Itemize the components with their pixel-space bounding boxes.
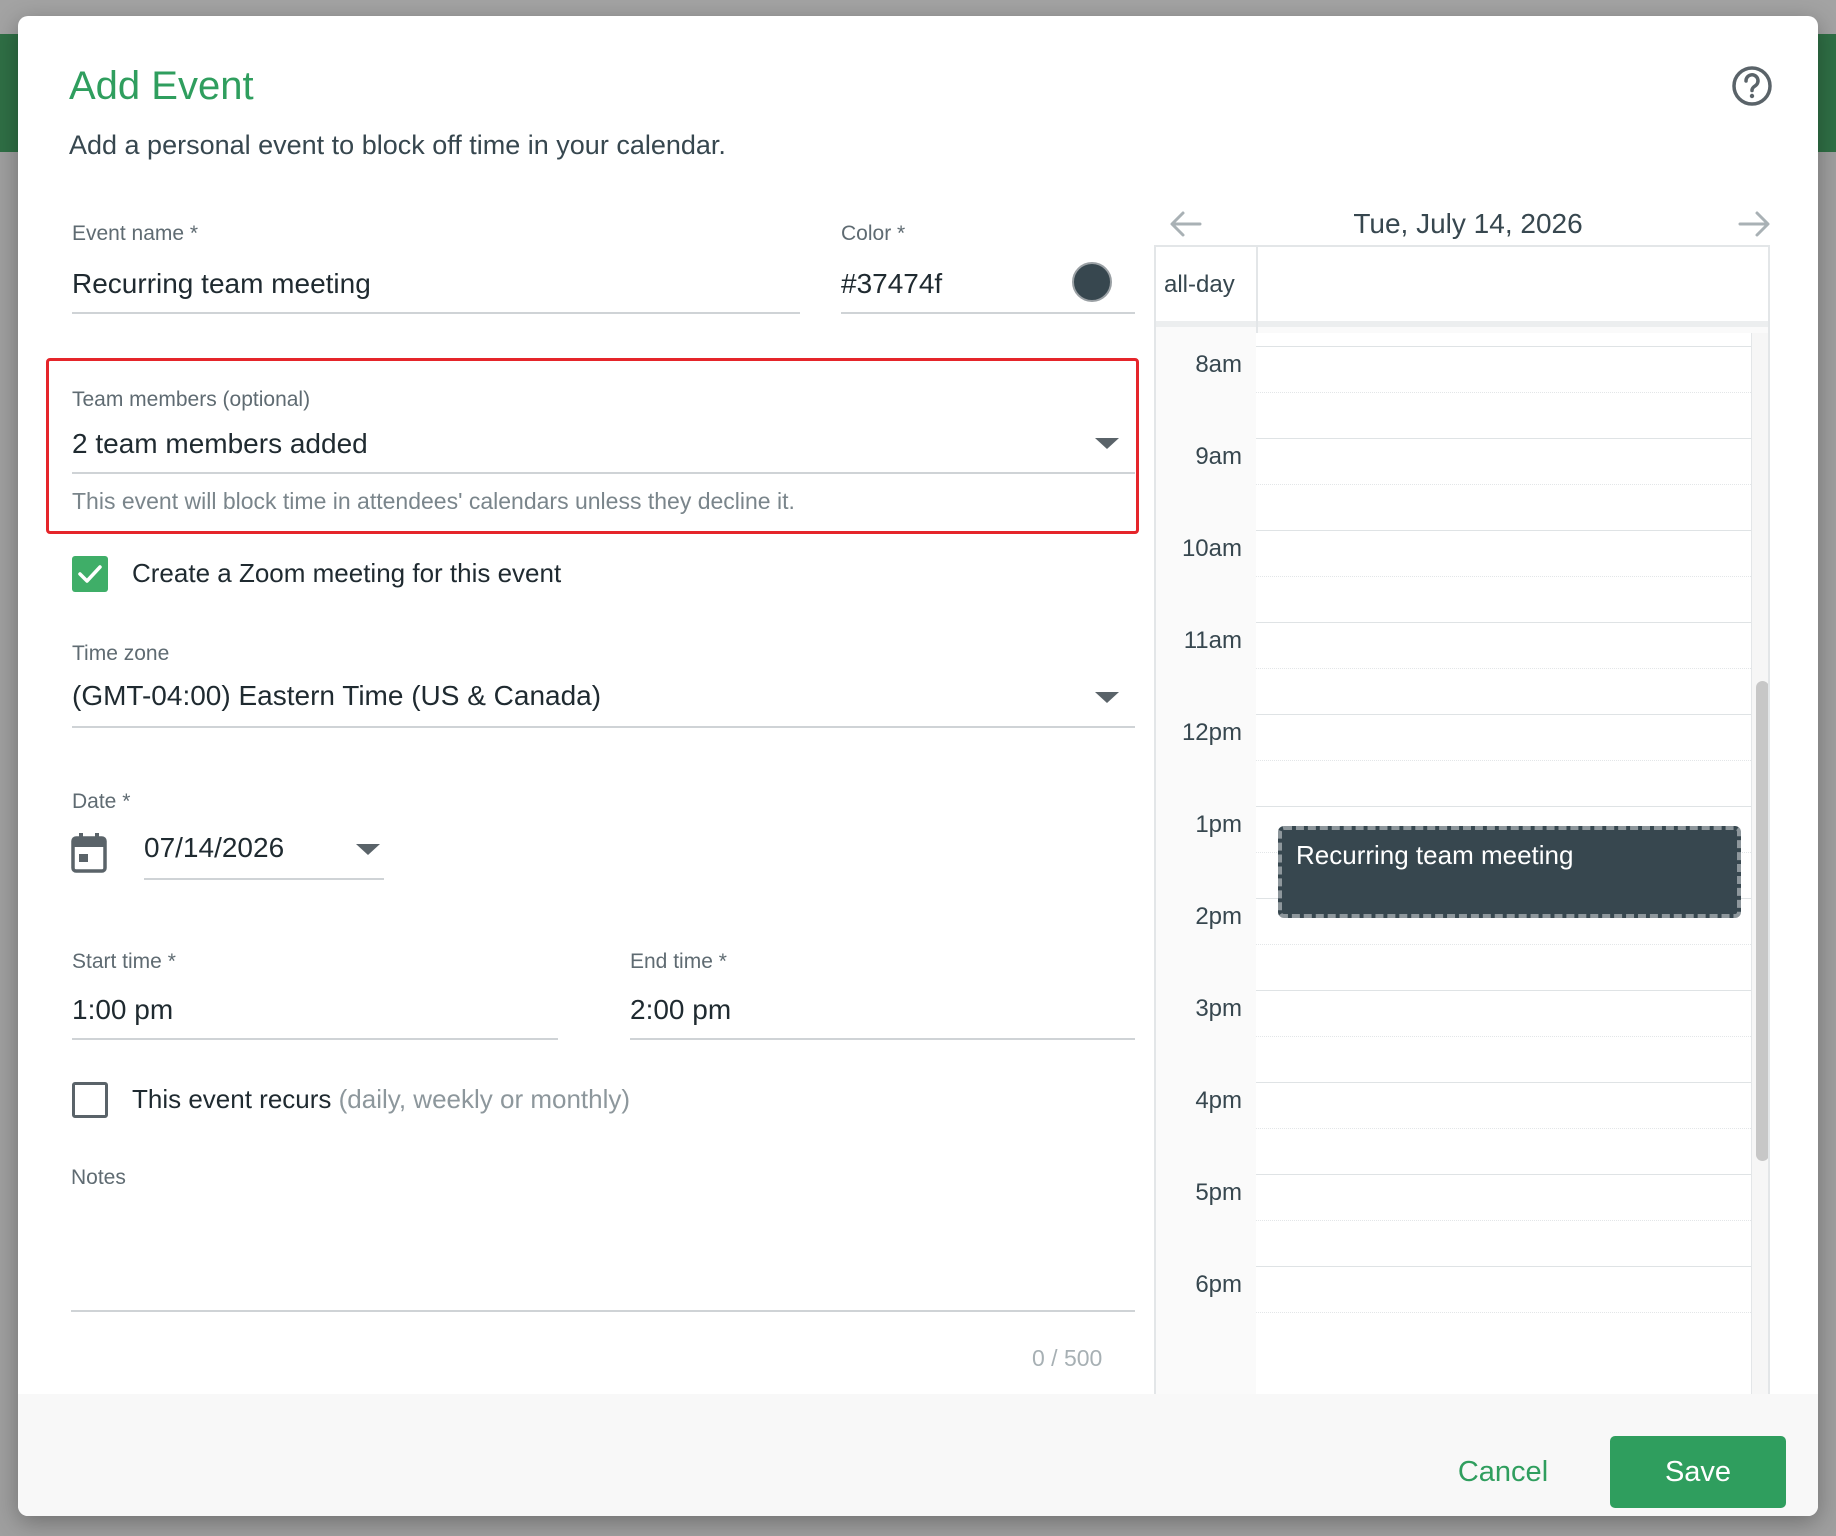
team-members-select[interactable]: 2 team members added: [72, 428, 368, 460]
color-underline: [841, 312, 1135, 314]
hour-gridline: [1256, 1174, 1751, 1175]
half-hour-gridline: [1256, 1220, 1751, 1221]
save-button[interactable]: Save: [1610, 1436, 1786, 1508]
arrow-left-icon[interactable]: [1168, 206, 1204, 242]
calendar-event-block[interactable]: Recurring team meeting: [1278, 826, 1741, 918]
day-calendar-grid: all-day 8am 9am 10am 11am 12pm 1pm 2pm 3pm 4pm 5p…: [1154, 245, 1770, 1397]
cancel-button[interactable]: Cancel: [1428, 1436, 1578, 1508]
help-circle-icon[interactable]: [1730, 64, 1774, 108]
arrow-right-icon[interactable]: [1736, 206, 1772, 242]
calendar-icon[interactable]: [70, 832, 108, 874]
calendar-scrollbar-thumb[interactable]: [1756, 681, 1768, 1161]
notes-counter: 0 / 500: [1032, 1345, 1103, 1371]
hour-label: 2pm: [1195, 903, 1242, 930]
notes-label: Notes: [71, 1166, 126, 1189]
date-label: Date *: [72, 790, 131, 813]
half-hour-gridline: [1256, 1128, 1751, 1129]
hour-label: 12pm: [1181, 719, 1242, 746]
event-name-label: Event name *: [72, 222, 199, 245]
end-time-input[interactable]: 2:00 pm: [630, 994, 731, 1026]
start-time-underline: [72, 1038, 558, 1040]
team-members-hint: This event will block time in attendees'…: [72, 488, 795, 514]
hour-gridline: [1256, 990, 1751, 991]
color-swatch[interactable]: [1072, 262, 1112, 302]
zoom-checkbox[interactable]: [72, 556, 108, 592]
half-hour-gridline: [1256, 760, 1751, 761]
caret-down-icon[interactable]: [1095, 692, 1119, 703]
half-hour-gridline: [1256, 944, 1751, 945]
event-name-underline: [72, 312, 800, 314]
checkmark-icon: [78, 565, 102, 583]
caret-down-icon[interactable]: [356, 844, 380, 855]
notes-underline: [71, 1310, 1135, 1312]
hour-label: 4pm: [1195, 1087, 1242, 1114]
hour-gridline: [1256, 806, 1751, 807]
hour-label: 5pm: [1195, 1179, 1242, 1206]
hour-gridline: [1256, 346, 1751, 347]
caret-down-icon[interactable]: [1095, 438, 1119, 449]
time-zone-underline: [72, 726, 1135, 728]
end-time-label: End time *: [630, 950, 727, 973]
hour-label: 8am: [1195, 351, 1242, 378]
recurs-checkbox[interactable]: [72, 1082, 108, 1118]
notes-textarea[interactable]: [71, 1206, 1135, 1316]
half-hour-gridline: [1256, 392, 1751, 393]
hour-gridline: [1256, 622, 1751, 623]
color-label: Color *: [841, 222, 906, 245]
color-input[interactable]: #37474f: [841, 268, 942, 300]
date-underline: [144, 878, 384, 880]
hour-label: 3pm: [1195, 995, 1242, 1022]
dialog-title: Add Event: [69, 64, 254, 108]
hour-gridline: [1256, 1082, 1751, 1083]
hour-gridline: [1256, 530, 1751, 531]
hour-label: 10am: [1181, 535, 1242, 562]
date-input[interactable]: 07/14/2026: [144, 832, 284, 864]
start-time-label: Start time *: [72, 950, 176, 973]
hour-gridline: [1256, 438, 1751, 439]
hour-gridline: [1256, 1266, 1751, 1267]
calendar-event-title: Recurring team meeting: [1296, 840, 1574, 870]
recurs-checkbox-label[interactable]: This event recurs (daily, weekly or mont…: [132, 1084, 630, 1115]
all-day-row[interactable]: all-day: [1156, 247, 1768, 327]
end-time-underline: [630, 1038, 1135, 1040]
team-members-underline: [72, 472, 1135, 474]
half-hour-gridline: [1256, 576, 1751, 577]
half-hour-gridline: [1256, 1312, 1751, 1313]
half-hour-gridline: [1256, 668, 1751, 669]
hour-gridline: [1256, 714, 1751, 715]
hour-label: 9am: [1195, 443, 1242, 470]
calendar-date-label: Tue, July 14, 2026: [1353, 208, 1583, 239]
half-hour-gridline: [1256, 484, 1751, 485]
hour-label: 6pm: [1195, 1271, 1242, 1298]
add-event-dialog: Add Event Add a personal event to block …: [18, 16, 1818, 1516]
hour-label: 1pm: [1195, 811, 1242, 838]
calendar-scrollbar[interactable]: [1751, 333, 1768, 1395]
dialog-subtitle: Add a personal event to block off time i…: [69, 130, 726, 160]
zoom-checkbox-label[interactable]: Create a Zoom meeting for this event: [132, 558, 561, 589]
half-hour-gridline: [1256, 1036, 1751, 1037]
team-members-label: Team members (optional): [72, 388, 311, 411]
time-zone-select[interactable]: (GMT-04:00) Eastern Time (US & Canada): [72, 680, 601, 712]
all-day-label: all-day: [1164, 271, 1235, 298]
start-time-input[interactable]: 1:00 pm: [72, 994, 173, 1026]
hour-label: 11am: [1183, 627, 1242, 654]
time-zone-label: Time zone: [72, 642, 170, 665]
event-name-input[interactable]: Recurring team meeting: [72, 268, 371, 300]
